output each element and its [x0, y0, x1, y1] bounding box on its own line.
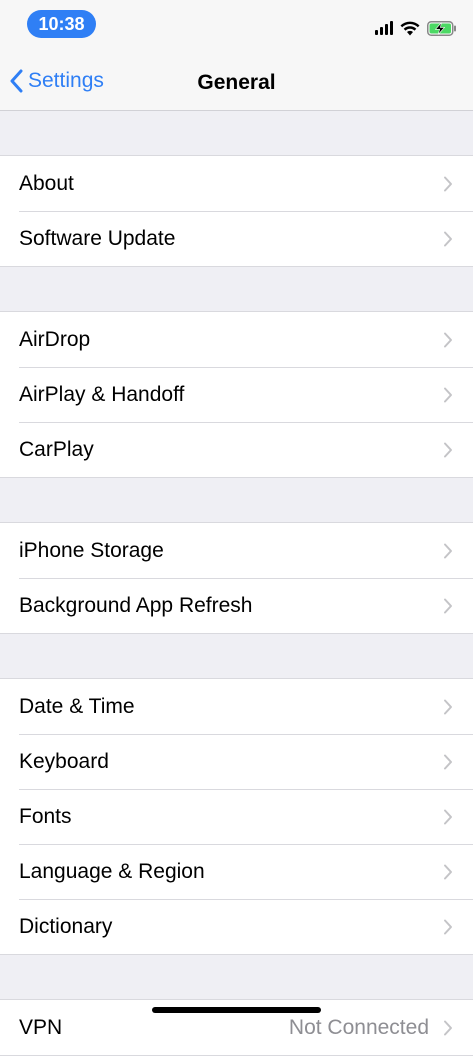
row-fonts[interactable]: Fonts [0, 789, 473, 844]
chevron-right-icon [444, 231, 452, 247]
battery-charging-icon [427, 20, 456, 36]
chevron-right-icon [444, 387, 452, 403]
chevron-right-icon [444, 1020, 452, 1036]
row-label: Date & Time [19, 695, 135, 718]
row-language-region[interactable]: Language & Region [0, 844, 473, 899]
row-label: CarPlay [19, 438, 94, 461]
row-label: Keyboard [19, 750, 109, 773]
settings-group: iPhone Storage Background App Refresh [0, 522, 473, 634]
home-indicator[interactable] [152, 1007, 321, 1013]
row-label: Background App Refresh [19, 594, 253, 617]
chevron-right-icon [444, 543, 452, 559]
row-label: Dictionary [19, 915, 113, 938]
settings-list: About Software Update AirDrop AirPlay & … [0, 111, 473, 1056]
row-carplay[interactable]: CarPlay [0, 422, 473, 477]
row-airplay-handoff[interactable]: AirPlay & Handoff [0, 367, 473, 422]
chevron-right-icon [444, 754, 452, 770]
status-icons [375, 18, 457, 38]
row-background-app-refresh[interactable]: Background App Refresh [0, 578, 473, 633]
settings-group: About Software Update [0, 155, 473, 267]
row-label: VPN [19, 1016, 63, 1039]
chevron-right-icon [444, 809, 452, 825]
row-about[interactable]: About [0, 156, 473, 211]
row-label: AirDrop [19, 328, 91, 351]
chevron-right-icon [444, 332, 452, 348]
chevron-right-icon [444, 864, 452, 880]
row-label: About [19, 172, 74, 195]
row-iphone-storage[interactable]: iPhone Storage [0, 523, 473, 578]
chevron-right-icon [444, 598, 452, 614]
chevron-right-icon [444, 699, 452, 715]
status-bar: 10:38 [0, 0, 473, 48]
row-keyboard[interactable]: Keyboard [0, 734, 473, 789]
settings-group: Date & Time Keyboard Fonts Language & Re… [0, 678, 473, 955]
row-label: Software Update [19, 227, 176, 250]
chevron-right-icon [444, 176, 452, 192]
navigation-bar: General Settings [0, 48, 473, 111]
chevron-left-icon [10, 69, 23, 93]
row-label: Fonts [19, 805, 72, 828]
chevron-right-icon [444, 442, 452, 458]
status-time[interactable]: 10:38 [27, 10, 96, 38]
settings-group: AirDrop AirPlay & Handoff CarPlay [0, 311, 473, 478]
row-label: iPhone Storage [19, 539, 164, 562]
signal-icon [375, 21, 393, 35]
back-button-label: Settings [28, 69, 104, 92]
chevron-right-icon [444, 919, 452, 935]
row-date-time[interactable]: Date & Time [0, 679, 473, 734]
row-label: AirPlay & Handoff [19, 383, 185, 406]
back-button[interactable]: Settings [9, 66, 104, 96]
row-software-update[interactable]: Software Update [0, 211, 473, 266]
row-dictionary[interactable]: Dictionary [0, 899, 473, 954]
wifi-icon [400, 21, 420, 35]
row-label: Language & Region [19, 860, 205, 883]
row-airdrop[interactable]: AirDrop [0, 312, 473, 367]
